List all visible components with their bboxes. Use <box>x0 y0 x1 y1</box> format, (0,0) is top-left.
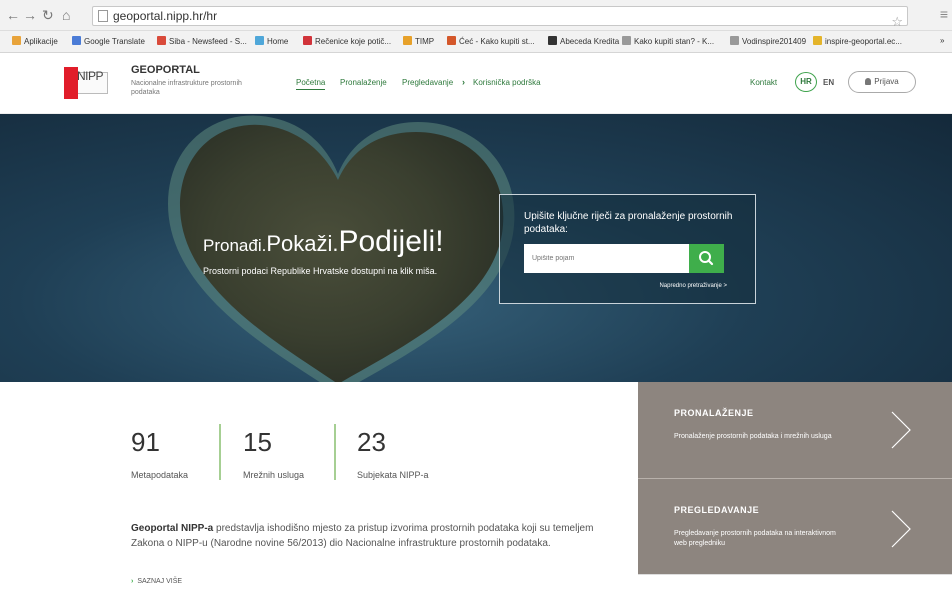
home-icon[interactable]: ⌂ <box>62 7 70 23</box>
slogan-show: Pokaži. <box>266 231 339 256</box>
bookmark-icon <box>255 36 264 45</box>
logo-text: NIPP <box>77 69 104 83</box>
portal-description: Geoportal NIPP-a predstavlja ishodišno m… <box>131 521 616 551</box>
bookmark-item[interactable]: Siba - Newsfeed - S... <box>157 36 247 46</box>
site-header: NIPP GEOPORTAL Nacionalne infrastrukture… <box>0 53 952 114</box>
forward-arrow-icon[interactable]: → <box>23 7 37 23</box>
bookmark-icon <box>72 36 81 45</box>
bookmark-item[interactable]: Aplikacije <box>12 36 58 46</box>
bookmark-label: TIMP <box>415 37 435 46</box>
find-panel-text: Pronalaženje prostornih podataka i mrežn… <box>674 433 832 440</box>
page-icon <box>98 10 108 22</box>
stat-divider <box>219 424 221 480</box>
bookmark-item[interactable]: inspire-geoportal.ec... <box>813 36 902 46</box>
address-bar[interactable]: geoportal.nipp.hr/hr ☆ <box>92 6 908 29</box>
brand-title: GEOPORTAL <box>131 64 200 76</box>
browser-toolbar: ← → ↻ ⌂ geoportal.nipp.hr/hr ☆ ≡ <box>0 0 952 31</box>
brand-subtitle: Nacionalne infrastrukture prostornih pod… <box>131 80 242 96</box>
chevron-right-icon <box>891 510 911 548</box>
stat-divider <box>334 424 336 480</box>
bookmark-icon <box>303 36 312 45</box>
more-bookmarks-icon[interactable]: » <box>940 36 944 45</box>
lang-en-button[interactable]: EN <box>823 78 834 87</box>
bookmark-label: inspire-geoportal.ec... <box>825 37 902 46</box>
bookmark-label: Rečenice koje potič... <box>315 37 392 46</box>
view-panel-title: PREGLEDAVANJE <box>674 505 760 515</box>
learn-more-link[interactable]: › SAZNAJ VIŠE <box>131 578 182 585</box>
user-icon <box>865 78 872 85</box>
view-panel[interactable]: PREGLEDAVANJE Pregledavanje prostornih p… <box>638 479 952 574</box>
bookmark-item[interactable]: Ćeć - Kako kupiti st... <box>447 36 535 46</box>
bookmark-label: Ćeć - Kako kupiti st... <box>459 37 535 46</box>
bookmarks-bar: Aplikacije Google Translate Siba - Newsfee… <box>0 31 952 53</box>
contact-link[interactable]: Kontakt <box>750 78 777 87</box>
nav-item-korisni-ka-podr-ka[interactable]: Korisnička podrška <box>473 78 541 87</box>
stat-label: Mrežnih usluga <box>243 470 305 480</box>
bookmark-label: Vodinspire201409 <box>742 37 807 46</box>
back-arrow-icon[interactable]: ← <box>6 7 20 23</box>
bookmark-icon <box>12 36 21 45</box>
stat-value: 91 <box>131 427 160 457</box>
search-input[interactable] <box>524 244 689 273</box>
bookmark-icon <box>730 36 739 45</box>
bookmark-icon <box>157 36 166 45</box>
nav-chevron-icon: › <box>462 77 465 87</box>
search-icon <box>699 251 714 266</box>
menu-icon[interactable]: ≡ <box>940 6 948 22</box>
nav-item-pregledavanje[interactable]: Pregledavanje <box>402 78 453 87</box>
bookmark-icon <box>622 36 631 45</box>
search-button[interactable] <box>689 244 724 273</box>
search-panel: Upišite ključne riječi za pronalaženje p… <box>499 194 756 304</box>
slogan-share: Podijeli! <box>338 225 444 258</box>
stat-value: 15 <box>243 427 272 457</box>
bookmark-item[interactable]: Kako kupiti stan? - K... <box>622 36 714 46</box>
nav-item-po-etna[interactable]: Početna <box>296 78 326 90</box>
panel-footer <box>638 574 952 589</box>
bookmark-item[interactable]: TIMP <box>403 36 434 46</box>
bookmark-icon <box>548 36 557 45</box>
bookmark-item[interactable]: Rečenice koje potič... <box>303 36 391 46</box>
description-bold: Geoportal NIPP-a <box>131 523 214 534</box>
view-panel-text: Pregledavanje prostornih podataka na int… <box>674 530 836 547</box>
bookmark-label: Kako kupiti stan? - K... <box>634 37 715 46</box>
advanced-search-link[interactable]: Napredno pretraživanje > <box>659 283 727 289</box>
stat-label: Subjekata NIPP-a <box>357 470 429 480</box>
bookmark-label: Google Translate <box>84 37 145 46</box>
nav-item-pronala-enje[interactable]: Pronalaženje <box>340 78 387 87</box>
url-text[interactable]: geoportal.nipp.hr/hr <box>113 9 217 23</box>
reload-icon[interactable]: ↻ <box>42 7 54 23</box>
hero-banner: Pronađi.Pokaži.Podijeli! Prostorni podac… <box>0 114 952 382</box>
bookmark-label: Siba - Newsfeed - S... <box>169 37 247 46</box>
bookmark-icon <box>447 36 456 45</box>
find-panel[interactable]: PRONALAŽENJE Pronalaženje prostornih pod… <box>638 382 952 478</box>
stats-area <box>0 382 638 589</box>
nipp-logo[interactable]: NIPP <box>60 65 110 103</box>
star-icon[interactable]: ☆ <box>891 14 903 30</box>
bookmark-item[interactable]: Google Translate <box>72 36 145 46</box>
login-button[interactable]: Prijava <box>848 71 916 93</box>
stat-label: Metapodataka <box>131 470 189 480</box>
logo-red-bar <box>64 67 78 99</box>
bookmark-item[interactable]: Vodinspire201409 <box>730 36 806 46</box>
slogan-find: Pronađi. <box>203 236 267 255</box>
stat-value: 23 <box>357 427 386 457</box>
bookmark-icon <box>813 36 822 45</box>
bookmark-item[interactable]: Abecedа Kredita <box>548 36 619 46</box>
bookmark-label: Home <box>267 37 289 46</box>
find-panel-title: PRONALAŽENJE <box>674 408 754 418</box>
learn-more-label: SAZNAJ VIŠE <box>137 578 183 585</box>
chevron-right-icon <box>891 411 911 449</box>
login-label: Prijava <box>874 77 899 86</box>
bookmark-label: Abecedа Kredita <box>560 37 620 46</box>
bookmark-label: Aplikacije <box>24 37 58 46</box>
chevron-right-icon: › <box>131 578 134 585</box>
hero-slogan: Pronađi.Pokaži.Podijeli! <box>203 225 444 259</box>
bookmark-item[interactable]: Home <box>255 36 288 46</box>
hero-subtitle: Prostorni podaci Republike Hrvatske dost… <box>203 266 438 276</box>
search-prompt: Upišite ključne riječi za pronalaženje p… <box>524 211 733 235</box>
lang-hr-button[interactable]: HR <box>795 72 817 92</box>
bookmark-icon <box>403 36 412 45</box>
